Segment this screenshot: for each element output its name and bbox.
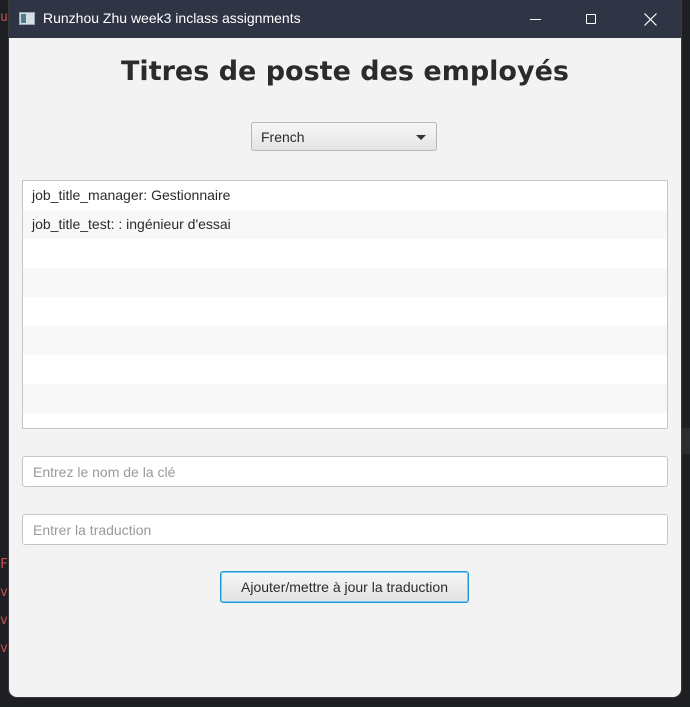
list-item-empty	[23, 355, 667, 384]
list-item[interactable]: job_title_manager: Gestionnaire	[23, 181, 667, 210]
list-item[interactable]: job_title_test: : ingénieur d'essai	[23, 210, 667, 239]
maximize-button[interactable]	[568, 0, 614, 38]
translation-input[interactable]	[22, 514, 668, 545]
chevron-down-icon	[416, 135, 426, 140]
close-button[interactable]	[627, 0, 673, 38]
maximize-icon	[586, 14, 596, 24]
window-title: Runzhou Zhu week3 inclass assignments	[43, 10, 301, 26]
app-icon	[19, 12, 35, 25]
list-item-empty	[23, 413, 667, 428]
list-item-empty	[23, 384, 667, 413]
title-bar[interactable]: Runzhou Zhu week3 inclass assignments	[9, 0, 681, 38]
list-item-empty	[23, 239, 667, 268]
minimize-button[interactable]	[512, 0, 558, 38]
key-name-input[interactable]	[22, 456, 668, 487]
language-select[interactable]: French	[251, 122, 437, 151]
list-item-empty	[23, 297, 667, 326]
list-item-empty	[23, 268, 667, 297]
add-update-translation-button[interactable]: Ajouter/mettre à jour la traduction	[220, 571, 469, 603]
translation-list[interactable]: job_title_manager: Gestionnaire job_titl…	[22, 180, 668, 429]
background-panel	[680, 428, 690, 454]
language-select-value: French	[261, 129, 305, 145]
list-item-empty	[23, 326, 667, 355]
app-window: Runzhou Zhu week3 inclass assignments Ti…	[9, 0, 681, 697]
minimize-icon	[529, 18, 541, 20]
page-title: Titres de poste des employés	[121, 56, 569, 87]
close-icon	[643, 12, 657, 26]
